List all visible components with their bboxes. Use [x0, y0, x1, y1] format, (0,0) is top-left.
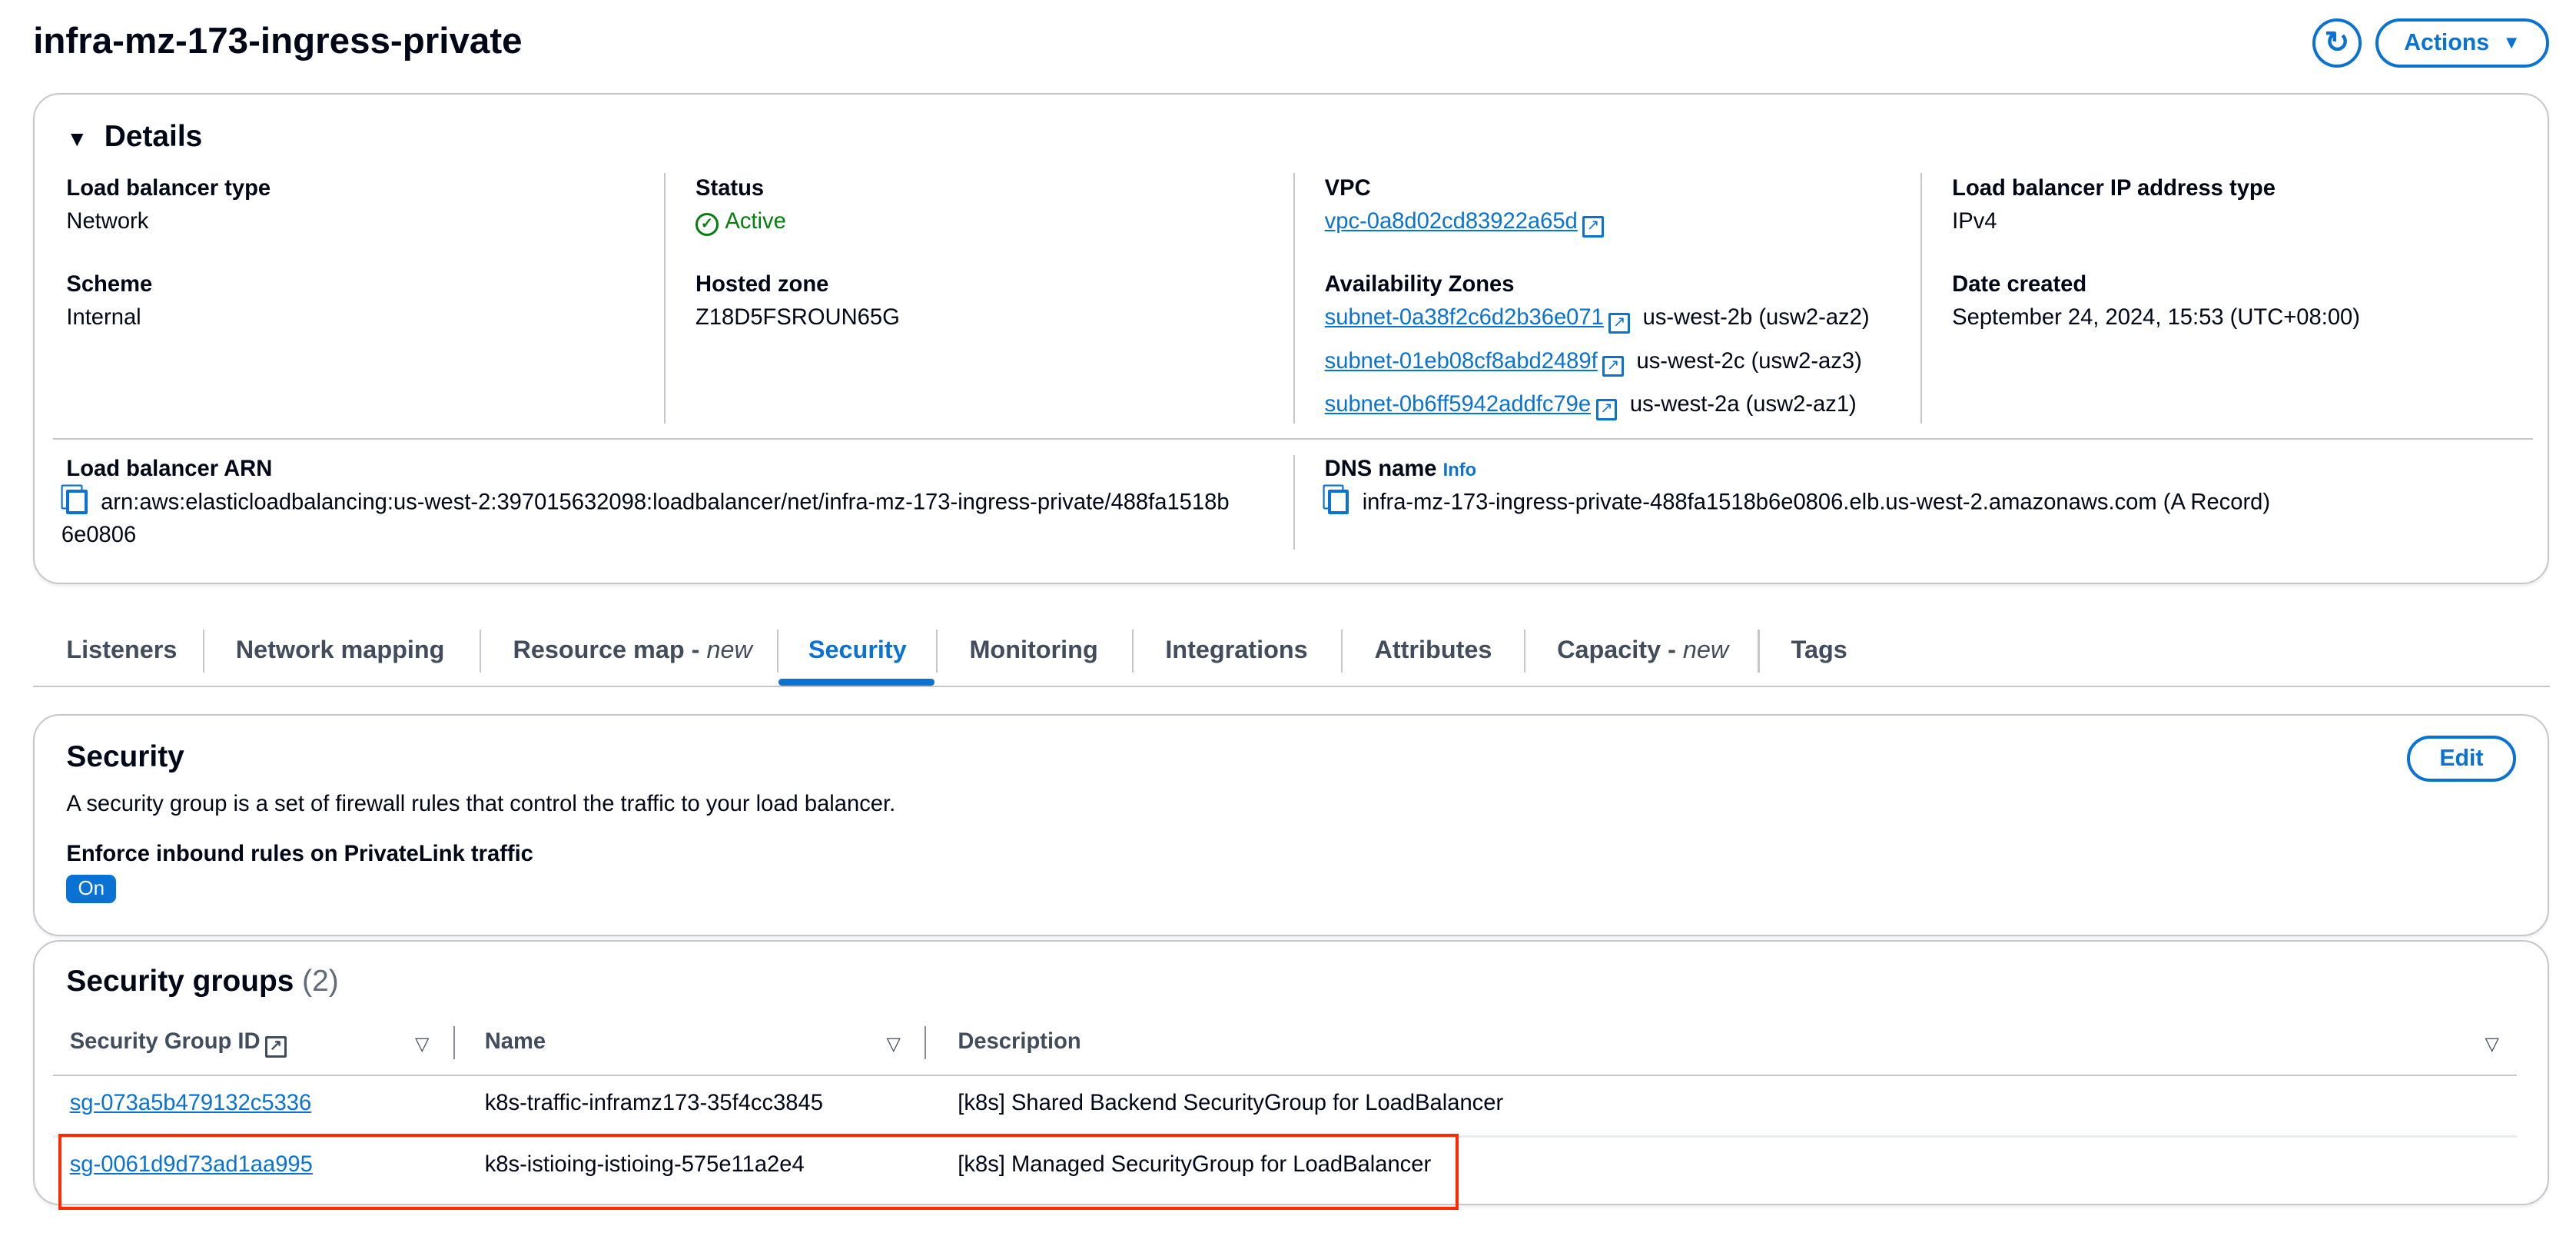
column-resizer[interactable] [925, 1025, 927, 1060]
tab-separator [936, 629, 938, 673]
az-zone: us-west-2b (usw2-az2) [1642, 305, 1870, 331]
enforce-label: Enforce inbound rules on PrivateLink tra… [66, 842, 533, 867]
sort-icon[interactable]: ▽ [886, 1033, 900, 1055]
active-tab-indicator [778, 679, 935, 686]
column-header-description[interactable]: Description [958, 1029, 1081, 1055]
hosted-zone-value: Z18D5FSROUN65G [695, 305, 900, 331]
caret-down-icon: ▼ [2502, 32, 2521, 53]
security-panel [33, 713, 2550, 936]
details-toggle[interactable]: ▼ Details [66, 120, 202, 154]
divider [1920, 172, 1923, 424]
divider [1293, 454, 1295, 550]
az-row: subnet-0b6ff5942addfc79e ↗ us-west-2a (us… [1325, 392, 1857, 420]
lb-type-label: Load balancer type [66, 175, 271, 201]
az-label: Availability Zones [1324, 272, 1515, 297]
page-title: infra-mz-173-ingress-private [33, 20, 523, 61]
tab-attributes[interactable]: Attributes [1374, 636, 1492, 664]
info-link[interactable]: Info [1443, 460, 1477, 480]
column-header-id[interactable]: Security Group ID ↗ [70, 1029, 287, 1058]
security-group-description: [k8s] Shared Backend SecurityGroup for L… [958, 1091, 1504, 1116]
scheme-label: Scheme [66, 272, 153, 297]
sort-icon[interactable]: ▽ [415, 1033, 429, 1055]
az-row: subnet-01eb08cf8abd2489f ↗ us-west-2c (us… [1325, 349, 1862, 377]
external-link-icon: ↗ [1608, 312, 1630, 334]
actions-button[interactable]: Actions ▼ [2375, 18, 2550, 68]
arn-line1: arn:aws:elasticloadbalancing:us-west-2:3… [66, 490, 1230, 515]
security-heading: Security [66, 740, 184, 774]
subnet-link[interactable]: subnet-0a38f2c6d2b36e071 [1325, 305, 1604, 330]
dns-label-row: DNS name Info [1324, 457, 1477, 481]
sort-icon[interactable]: ▽ [2485, 1033, 2499, 1055]
date-created-value: September 24, 2024, 15:53 (UTC+08:00) [1952, 305, 2360, 331]
external-link-icon: ↗ [1595, 398, 1618, 420]
external-link-icon: ↗ [265, 1036, 287, 1058]
tab-separator [1132, 629, 1134, 673]
subnet-link[interactable]: subnet-01eb08cf8abd2489f [1325, 349, 1598, 374]
tab-separator [1341, 629, 1343, 673]
copy-icon[interactable] [66, 490, 88, 514]
az-row: subnet-0a38f2c6d2b36e071 ↗ us-west-2b (us… [1325, 305, 1870, 334]
tab-separator [1523, 629, 1526, 673]
vpc-row: vpc-0a8d02cd83922a65d ↗ [1325, 209, 1604, 238]
actions-label: Actions [2404, 29, 2490, 55]
subnet-link[interactable]: subnet-0b6ff5942addfc79e [1325, 392, 1591, 417]
status-value: ✓ Active [695, 209, 786, 236]
refresh-icon: ↻ [2324, 26, 2350, 60]
security-group-name: k8s-traffic-inframz173-35f4cc3845 [484, 1091, 823, 1116]
column-header-name[interactable]: Name [485, 1029, 546, 1055]
tab-separator [776, 629, 779, 673]
arn-line2: 6e0806 [61, 523, 137, 548]
az-zone: us-west-2a (usw2-az1) [1629, 391, 1857, 417]
status-label: Status [695, 175, 765, 201]
date-created-label: Date created [1952, 272, 2087, 297]
ip-type-label: Load balancer IP address type [1952, 175, 2276, 201]
hosted-zone-label: Hosted zone [695, 272, 829, 297]
tab-monitoring[interactable]: Monitoring [969, 636, 1097, 664]
ip-type-value: IPv4 [1952, 209, 1997, 234]
tabs-baseline [33, 686, 2550, 688]
copy-icon[interactable] [1328, 490, 1349, 514]
divider [664, 172, 666, 424]
external-link-icon: ↗ [1582, 216, 1604, 238]
tab-capacity[interactable]: Capacity - new [1557, 636, 1728, 664]
enforce-status-badge: On [66, 875, 117, 904]
tab-separator [202, 629, 204, 673]
table-row: sg-073a5b479132c5336 k8s-traffic-inframz… [53, 1088, 2516, 1134]
arn-label: Load balancer ARN [66, 457, 273, 481]
tab-network-mapping[interactable]: Network mapping [236, 636, 445, 664]
tab-separator [480, 629, 482, 673]
tab-integrations[interactable]: Integrations [1165, 636, 1307, 664]
vpc-link[interactable]: vpc-0a8d02cd83922a65d [1325, 209, 1578, 234]
security-group-id-link[interactable]: sg-073a5b479132c5336 [70, 1091, 312, 1116]
external-link-icon: ↗ [1602, 355, 1624, 377]
security-description: A security group is a set of firewall ru… [66, 792, 896, 817]
details-heading: Details [104, 119, 203, 153]
count: (2) [302, 964, 339, 998]
check-circle-icon: ✓ [695, 213, 719, 236]
vpc-label: VPC [1324, 175, 1371, 201]
security-groups-heading: Security groups (2) [66, 964, 339, 998]
tab-listeners[interactable]: Listeners [66, 636, 177, 664]
az-zone: us-west-2c (usw2-az3) [1636, 348, 1862, 374]
dns-value: infra-mz-173-ingress-private-488fa1518b6… [1328, 490, 2270, 515]
divider [53, 438, 2534, 440]
highlight-box [58, 1134, 1459, 1210]
tab-tags[interactable]: Tags [1791, 636, 1847, 664]
column-resizer[interactable] [453, 1025, 455, 1060]
header-divider [53, 1074, 2517, 1076]
tab-security[interactable]: Security [808, 636, 907, 664]
tab-separator [1758, 629, 1760, 673]
scheme-value: Internal [66, 305, 141, 331]
edit-button[interactable]: Edit [2407, 735, 2516, 782]
tab-resource-map[interactable]: Resource map - new [513, 636, 752, 664]
lb-type-value: Network [66, 209, 149, 234]
caret-down-icon: ▼ [66, 126, 88, 151]
divider [1293, 172, 1295, 424]
refresh-button[interactable]: ↻ [2312, 18, 2362, 68]
